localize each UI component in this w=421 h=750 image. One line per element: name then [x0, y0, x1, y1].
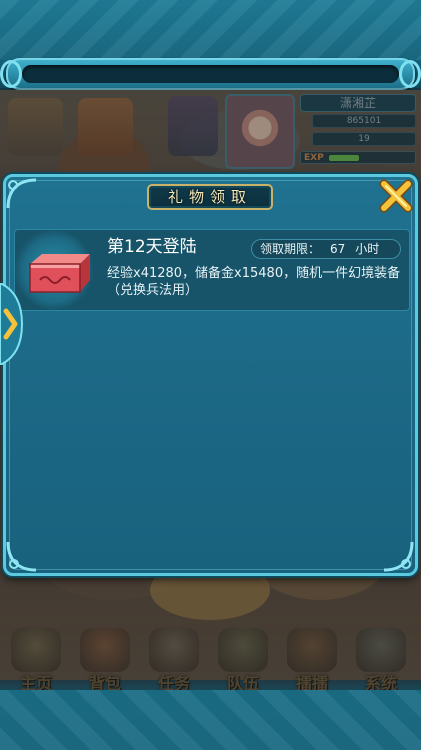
game-screen: 潇湘芷 865101 19 EXP 主页 背包 任务 队伍 擂擂 系统 礼物领取 第12天…	[0, 0, 421, 750]
gift-reward-description: 经验x41280，储备金x15480，随机一件幻境装备（兑换兵法用）	[107, 266, 401, 298]
gift-item-title: 第12天登陆	[107, 237, 197, 257]
deadline-label: 领取期限：	[260, 242, 321, 256]
top-bar-frame	[6, 58, 415, 90]
dialog-title: 礼物领取	[167, 188, 252, 206]
top-right-scroll-ornament	[399, 60, 421, 88]
corner-ornament-icon	[6, 178, 37, 209]
corner-ornament-icon	[6, 541, 37, 572]
top-left-scroll-ornament	[0, 60, 22, 88]
side-expand-arrow-icon[interactable]	[0, 283, 24, 365]
claim-deadline-badge: 领取期限： 67 小时	[251, 239, 401, 259]
deadline-unit: 小时	[355, 242, 380, 256]
top-decor-band	[0, 0, 421, 60]
top-bar-slot	[22, 65, 399, 83]
dialog-title-badge: 礼物领取	[147, 184, 273, 210]
close-icon[interactable]	[378, 178, 414, 214]
corner-ornament-icon	[383, 541, 414, 572]
bottom-decor-band	[0, 690, 421, 750]
gift-box-icon[interactable]	[24, 250, 94, 296]
deadline-value: 67	[330, 242, 346, 256]
